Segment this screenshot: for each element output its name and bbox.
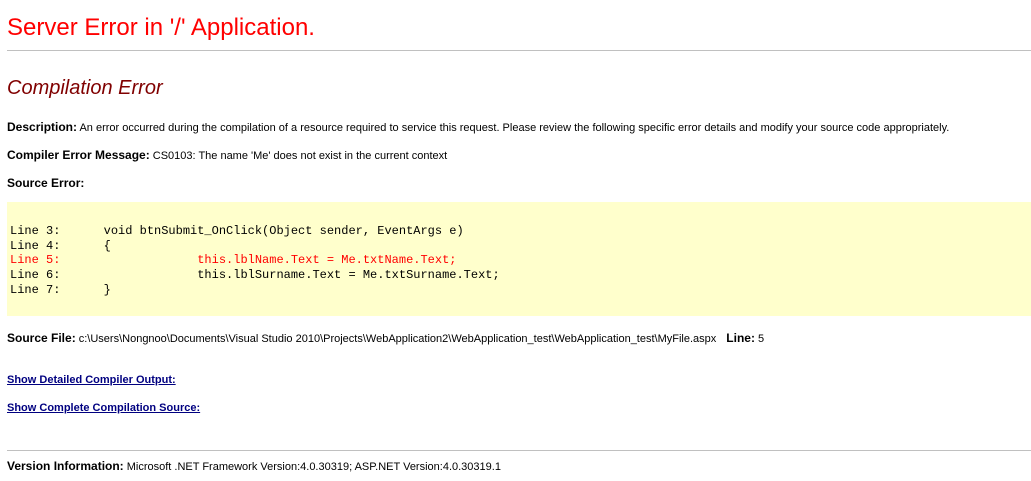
compiler-message-label: Compiler Error Message: [7, 148, 150, 162]
source-file-line: Source File: c:\Users\Nongnoo\Documents\… [7, 331, 764, 345]
version-text: Microsoft .NET Framework Version:4.0.303… [123, 461, 501, 473]
description-label: Description: [7, 120, 78, 134]
description-text: An error occurred during the compilation… [77, 122, 950, 134]
error-heading: Compilation Error [7, 77, 163, 99]
version-label: Version Information: [7, 459, 124, 473]
code-line: Line 4: { [10, 238, 111, 253]
source-error-line: Source Error: [7, 176, 84, 190]
footer-divider [7, 450, 1031, 451]
line-number-value: 5 [754, 333, 765, 345]
line-number-label: Line: [726, 331, 755, 345]
title-divider [7, 50, 1031, 51]
source-file-label: Source File: [7, 331, 76, 345]
description-line: Description: An error occurred during th… [7, 120, 949, 134]
compiler-message-text: CS0103: The name 'Me' does not exist in … [149, 150, 448, 162]
show-complete-compilation-source-link[interactable]: Show Complete Compilation Source: [7, 402, 200, 414]
code-line-error: Line 5: this.lblName.Text = Me.txtName.T… [10, 253, 457, 268]
source-code: Line 3: void btnSubmit_OnClick(Object se… [10, 224, 500, 298]
code-line: Line 7: } [10, 282, 111, 297]
page-title: Server Error in '/' Application. [7, 14, 315, 41]
version-line: Version Information: Microsoft .NET Fram… [7, 459, 501, 473]
source-file-path: c:\Users\Nongnoo\Documents\Visual Studio… [75, 333, 717, 345]
compiler-message-line: Compiler Error Message: CS0103: The name… [7, 148, 447, 162]
show-detailed-compiler-output-link[interactable]: Show Detailed Compiler Output: [7, 374, 176, 386]
source-code-box: Line 3: void btnSubmit_OnClick(Object se… [7, 202, 1031, 316]
code-line: Line 6: this.lblSurname.Text = Me.txtSur… [10, 268, 500, 283]
source-error-label: Source Error: [7, 176, 85, 190]
code-line: Line 3: void btnSubmit_OnClick(Object se… [10, 224, 464, 238]
